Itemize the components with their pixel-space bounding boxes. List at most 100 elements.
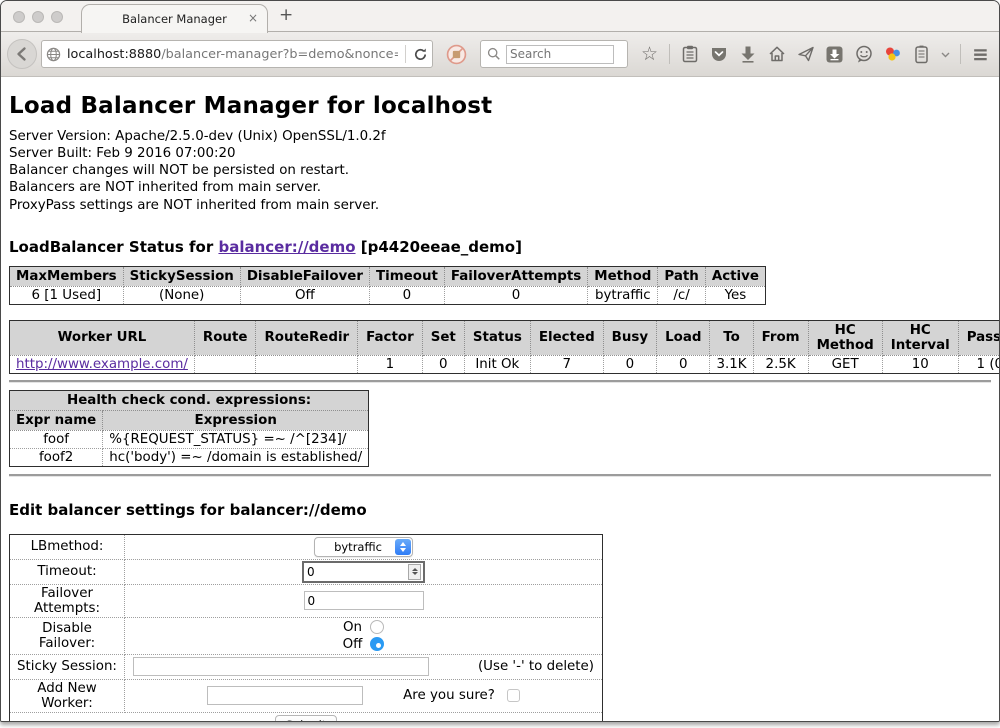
disable-failover-off-option: Off	[131, 636, 596, 653]
send-icon[interactable]	[796, 45, 815, 64]
cell-from: 2.5K	[753, 355, 808, 373]
disable-failover-on-option: On	[131, 619, 596, 636]
col-expression: Expression	[103, 410, 369, 430]
back-arrow-icon	[14, 46, 30, 62]
hamburger-menu-icon[interactable]: ≡	[971, 45, 990, 64]
table-header-row: Worker URL Route RouteRedir Factor Set S…	[10, 320, 1000, 355]
sticky-session-input[interactable]	[133, 657, 429, 676]
timeout-input-wrap	[302, 561, 425, 583]
bookmark-star-icon[interactable]: ☆	[640, 45, 659, 64]
form-row-sticky-session: Sticky Session: (Use '-' to delete)	[10, 654, 603, 679]
sticky-session-hint: (Use '-' to delete)	[478, 659, 594, 674]
health-check-table: Health check cond. expressions: Expr nam…	[9, 390, 369, 467]
are-you-sure-checkbox[interactable]	[507, 689, 520, 702]
toolbar-separator	[960, 44, 961, 64]
col-hc-interval: HC Interval	[882, 320, 958, 355]
col-passes: Passes	[958, 320, 999, 355]
tab-close-icon[interactable]: ×	[248, 11, 258, 25]
battery-device-icon[interactable]	[912, 45, 931, 64]
col-worker-url: Worker URL	[10, 320, 195, 355]
timeout-input[interactable]	[304, 564, 408, 580]
table-title-row: Health check cond. expressions:	[10, 390, 369, 410]
cell-elected: 7	[530, 355, 603, 373]
submit-button[interactable]: Submit	[275, 715, 338, 721]
table-row: http://www.example.com/ 1 0 Init Ok 7 0 …	[10, 355, 1000, 373]
proxypass-notice-line: ProxyPass settings are NOT inherited fro…	[9, 197, 991, 214]
cell-status: Init Ok	[464, 355, 530, 373]
col-stickysession: StickySession	[123, 266, 240, 286]
nav-toolbar: localhost:8880/balancer-manager?b=demo&n…	[1, 32, 999, 77]
home-icon[interactable]	[767, 45, 786, 64]
col-active: Active	[705, 266, 765, 286]
url-bar[interactable]: localhost:8880/balancer-manager?b=demo&n…	[41, 40, 433, 68]
cell-failoverattempts: 0	[444, 286, 587, 304]
form-row-lbmethod: LBmethod: bytraffic	[10, 534, 603, 559]
col-routeredir: RouteRedir	[256, 320, 358, 355]
select-stepper-icon	[395, 539, 411, 555]
cell-load: 0	[657, 355, 710, 373]
on-label: On	[343, 619, 362, 636]
inherit-notice-line: Balancers are NOT inherited from main se…	[9, 179, 991, 196]
form-row-disable-failover: Disable Failover: On Off	[10, 617, 603, 654]
page-content: Load Balancer Manager for localhost Serv…	[1, 78, 999, 721]
balancer-demo-link[interactable]: balancer://demo	[218, 238, 355, 256]
divider	[9, 474, 991, 477]
loadbalancer-status-heading: LoadBalancer Status for balancer://demo …	[9, 238, 991, 256]
col-timeout: Timeout	[369, 266, 444, 286]
off-radio[interactable]	[370, 637, 384, 651]
cell-routeredir	[256, 355, 358, 373]
failover-attempts-input[interactable]	[304, 591, 424, 610]
search-input[interactable]	[506, 45, 614, 64]
download-panel-icon[interactable]	[825, 45, 844, 64]
url-separator	[405, 45, 406, 63]
add-worker-input[interactable]	[207, 686, 363, 705]
lbmethod-select[interactable]: bytraffic	[314, 537, 413, 557]
back-button[interactable]	[7, 39, 37, 69]
cell-stickysession: (None)	[123, 286, 240, 304]
window-close-button[interactable]	[13, 11, 25, 23]
col-load: Load	[657, 320, 710, 355]
cell-maxmembers: 6 [1 Used]	[10, 286, 124, 304]
window-minimize-button[interactable]	[32, 11, 44, 23]
overflow-caret-icon[interactable]	[941, 50, 950, 59]
status-heading-suffix: [p4420eeae_demo]	[356, 238, 522, 256]
health-table-title: Health check cond. expressions:	[10, 390, 369, 410]
table-row: foof2 hc('body') =~ /domain is establish…	[10, 448, 369, 466]
on-radio[interactable]	[370, 620, 384, 634]
col-failoverattempts: FailoverAttempts	[444, 266, 587, 286]
window-zoom-button[interactable]	[51, 11, 63, 23]
col-status: Status	[464, 320, 530, 355]
toolbar-icons: ☆	[640, 44, 1000, 64]
new-tab-button[interactable]: +	[279, 5, 293, 25]
cell-passes: 1 (0)	[958, 355, 999, 373]
download-arrow-icon[interactable]	[738, 45, 757, 64]
cell-method: bytraffic	[588, 286, 658, 304]
worker-url-link[interactable]: http://www.example.com/	[16, 357, 188, 372]
server-built-line: Server Built: Feb 9 2016 07:00:20	[9, 145, 991, 162]
col-to: To	[710, 320, 753, 355]
col-maxmembers: MaxMembers	[10, 266, 124, 286]
clipboard-icon[interactable]	[680, 45, 699, 64]
table-row: foof %{REQUEST_STATUS} =~ /^[234]/	[10, 430, 369, 448]
form-row-add-worker: Add New Worker: Are you sure?	[10, 679, 603, 712]
browser-window: Balancer Manager × + localhost:8880/bala…	[0, 0, 1000, 722]
edit-balancer-heading: Edit balancer settings for balancer://de…	[9, 501, 991, 519]
tab-balancer-manager[interactable]: Balancer Manager ×	[81, 4, 268, 33]
lbmethod-label: LBmethod:	[10, 534, 125, 559]
url-path: /balancer-manager?b=demo&nonce=decc37be-…	[161, 47, 398, 62]
number-stepper-icon[interactable]	[408, 564, 421, 580]
add-worker-label: Add New Worker:	[10, 679, 125, 712]
off-label: Off	[343, 636, 363, 653]
col-from: From	[753, 320, 808, 355]
content-blocked-icon[interactable]	[446, 44, 467, 65]
col-disablefailover: DisableFailover	[240, 266, 369, 286]
cell-expr-name: foof2	[10, 448, 103, 466]
forum-smiley-icon[interactable]	[854, 45, 873, 64]
cell-route	[194, 355, 256, 373]
pocket-icon[interactable]	[709, 45, 728, 64]
color-dots-icon[interactable]	[883, 45, 902, 64]
reload-icon[interactable]	[413, 47, 428, 62]
divider	[9, 380, 991, 383]
tab-title: Balancer Manager	[122, 12, 227, 26]
search-bar[interactable]	[480, 40, 628, 68]
